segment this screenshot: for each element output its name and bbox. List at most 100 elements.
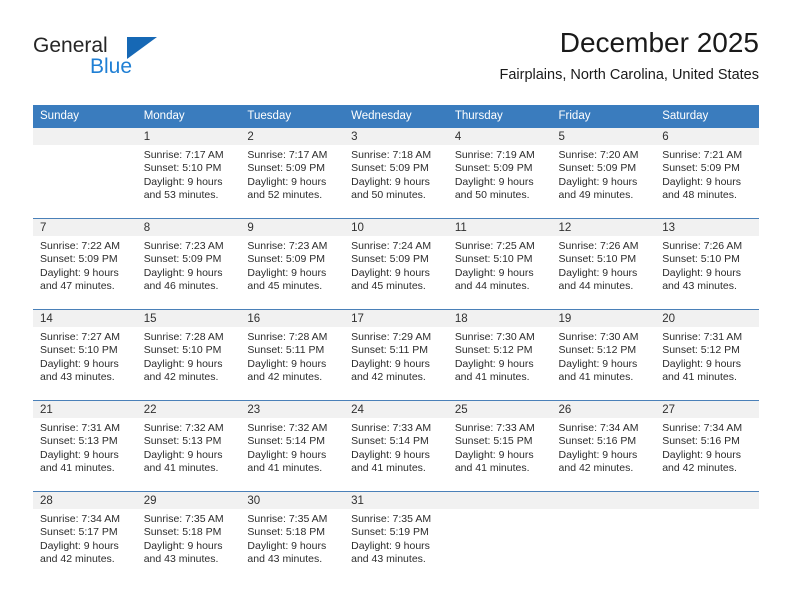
sunrise-time: Sunrise: 7:35 AM [351, 513, 432, 525]
sunset-time: Sunset: 5:10 PM [143, 162, 222, 175]
sunrise-time: Sunrise: 7:34 AM [662, 422, 743, 434]
calendar-grid: Sunday Monday Tuesday Wednesday Thursday… [33, 105, 759, 582]
calendar-day-cell[interactable]: 18 Sunrise: 7:30 AM Sunset: 5:12 PM Dayligh… [447, 309, 552, 401]
daylight-line-1: Daylight: 9 hours [558, 266, 638, 279]
calendar-day-cell[interactable]: 8 Sunrise: 7:23 AM Sunset: 5:09 PM Daylight… [136, 218, 241, 310]
daylight-line-2: and 41 minutes. [351, 462, 426, 475]
day-cell-details: Sunrise: 7:33 AM Sunset: 5:15 PM Daylight:… [448, 418, 552, 476]
calendar-day-cell[interactable]: 21 Sunrise: 7:31 AM Sunset: 5:13 PM Dayligh… [33, 400, 137, 492]
calendar-day-cell[interactable]: 6 Sunrise: 7:21 AM Sunset: 5:09 PM Daylight… [655, 128, 759, 219]
day-number: 10 [344, 219, 448, 236]
calendar-day-cell[interactable]: 12 Sunrise: 7:26 AM Sunset: 5:10 PM Dayligh… [551, 218, 656, 310]
day-cell-inner: 17 Sunrise: 7:29 AM Sunset: 5:11 PM Dayligh… [344, 310, 448, 400]
calendar-day-cell[interactable]: 14 Sunrise: 7:27 AM Sunset: 5:10 PM Dayligh… [33, 309, 137, 401]
daylight-line-2: and 41 minutes. [247, 462, 323, 475]
day-number: 4 [447, 128, 552, 145]
calendar-week-row: 7 Sunrise: 7:22 AM Sunset: 5:09 PM Daylight… [33, 218, 759, 310]
location-subtitle: Fairplains, North Carolina, United State… [499, 67, 759, 83]
calendar-day-cell[interactable]: 1 Sunrise: 7:17 AM Sunset: 5:10 PM Daylight… [136, 128, 241, 219]
sunset-time: Sunset: 5:12 PM [454, 344, 533, 357]
sunrise-time: Sunrise: 7:34 AM [40, 513, 120, 525]
calendar-day-cell[interactable]: 11 Sunrise: 7:25 AM Sunset: 5:10 PM Dayligh… [447, 218, 552, 310]
day-number [447, 492, 552, 509]
calendar-body: 1 Sunrise: 7:17 AM Sunset: 5:10 PM Daylight… [33, 128, 759, 582]
sunset-time: Sunset: 5:09 PM [143, 253, 222, 266]
calendar-day-cell[interactable]: 19 Sunrise: 7:30 AM Sunset: 5:12 PM Dayligh… [551, 309, 656, 401]
day-cell-inner: 7 Sunrise: 7:22 AM Sunset: 5:09 PM Daylight… [33, 219, 137, 309]
day-cell-details: Sunrise: 7:35 AM Sunset: 5:18 PM Daylight:… [240, 509, 344, 567]
sunset-time: Sunset: 5:10 PM [143, 344, 222, 357]
calendar-day-cell[interactable]: 7 Sunrise: 7:22 AM Sunset: 5:09 PM Daylight… [33, 218, 137, 310]
daylight-line-1: Daylight: 9 hours [247, 175, 327, 188]
calendar-day-cell[interactable]: 22 Sunrise: 7:32 AM Sunset: 5:13 PM Dayligh… [136, 400, 241, 492]
sunrise-time: Sunrise: 7:30 AM [558, 331, 639, 343]
day-number: 6 [655, 128, 759, 145]
daylight-line-1: Daylight: 9 hours [351, 175, 430, 188]
daylight-line-1: Daylight: 9 hours [351, 266, 430, 279]
calendar-day-cell[interactable]: 28 Sunrise: 7:34 AM Sunset: 5:17 PM Dayligh… [33, 491, 137, 582]
sunrise-time: Sunrise: 7:29 AM [351, 331, 432, 343]
calendar-day-cell[interactable]: 20 Sunrise: 7:31 AM Sunset: 5:12 PM Dayligh… [655, 309, 759, 401]
day-cell-inner: 20 Sunrise: 7:31 AM Sunset: 5:12 PM Dayligh… [655, 310, 759, 400]
calendar-day-cell[interactable]: 24 Sunrise: 7:33 AM Sunset: 5:14 PM Dayligh… [344, 400, 448, 492]
sunrise-time: Sunrise: 7:28 AM [247, 331, 328, 343]
day-cell-details [33, 145, 137, 149]
calendar-day-cell[interactable]: 31 Sunrise: 7:35 AM Sunset: 5:19 PM Dayligh… [344, 491, 448, 582]
weekday-header-tuesday: Tuesday [240, 105, 345, 128]
day-number: 7 [33, 219, 137, 236]
calendar-day-cell[interactable]: 17 Sunrise: 7:29 AM Sunset: 5:11 PM Dayligh… [344, 309, 448, 401]
calendar-day-cell[interactable]: 26 Sunrise: 7:34 AM Sunset: 5:16 PM Dayligh… [551, 400, 656, 492]
day-cell-inner: 4 Sunrise: 7:19 AM Sunset: 5:09 PM Daylight… [447, 128, 552, 218]
daylight-line-2: and 47 minutes. [40, 280, 115, 293]
calendar-day-cell[interactable]: 23 Sunrise: 7:32 AM Sunset: 5:14 PM Dayligh… [240, 400, 345, 492]
sunrise-time: Sunrise: 7:23 AM [143, 240, 224, 252]
calendar-day-cell[interactable]: 15 Sunrise: 7:28 AM Sunset: 5:10 PM Dayligh… [136, 309, 241, 401]
calendar-day-cell[interactable]: 9 Sunrise: 7:23 AM Sunset: 5:09 PM Daylight… [240, 218, 345, 310]
day-number: 17 [344, 310, 448, 327]
day-cell-details: Sunrise: 7:34 AM Sunset: 5:16 PM Daylight:… [655, 418, 759, 476]
day-number: 1 [136, 128, 241, 145]
sunset-time: Sunset: 5:09 PM [454, 162, 533, 175]
day-number: 22 [136, 401, 241, 418]
sunset-time: Sunset: 5:16 PM [558, 435, 637, 448]
daylight-line-1: Daylight: 9 hours [454, 266, 534, 279]
weekday-header-saturday: Saturday [655, 105, 759, 128]
calendar-day-cell[interactable]: 5 Sunrise: 7:20 AM Sunset: 5:09 PM Daylight… [551, 128, 656, 219]
sunset-time: Sunset: 5:11 PM [351, 344, 428, 357]
day-number: 27 [655, 401, 759, 418]
calendar-day-cell[interactable]: 30 Sunrise: 7:35 AM Sunset: 5:18 PM Dayligh… [240, 491, 345, 582]
day-cell-details: Sunrise: 7:19 AM Sunset: 5:09 PM Daylight:… [448, 145, 552, 203]
calendar-day-cell[interactable]: 27 Sunrise: 7:34 AM Sunset: 5:16 PM Dayligh… [655, 400, 759, 492]
day-cell-details: Sunrise: 7:32 AM Sunset: 5:13 PM Daylight:… [137, 418, 241, 476]
sunrise-time: Sunrise: 7:31 AM [40, 422, 120, 434]
day-cell-inner [447, 492, 552, 582]
day-number [33, 128, 137, 145]
daylight-line-1: Daylight: 9 hours [143, 539, 223, 552]
day-number: 20 [655, 310, 759, 327]
day-number: 19 [551, 310, 656, 327]
day-number: 16 [240, 310, 345, 327]
daylight-line-1: Daylight: 9 hours [40, 448, 119, 461]
sunrise-time: Sunrise: 7:26 AM [558, 240, 639, 252]
calendar-day-cell[interactable]: 4 Sunrise: 7:19 AM Sunset: 5:09 PM Daylight… [447, 128, 552, 219]
weekday-header-row: Sunday Monday Tuesday Wednesday Thursday… [33, 105, 759, 128]
calendar-day-cell[interactable]: 10 Sunrise: 7:24 AM Sunset: 5:09 PM Dayligh… [344, 218, 448, 310]
calendar-day-cell[interactable]: 2 Sunrise: 7:17 AM Sunset: 5:09 PM Daylight… [240, 128, 345, 219]
calendar-day-cell[interactable]: 25 Sunrise: 7:33 AM Sunset: 5:15 PM Dayligh… [447, 400, 552, 492]
sunrise-time: Sunrise: 7:19 AM [454, 149, 535, 161]
calendar-day-cell[interactable]: 29 Sunrise: 7:35 AM Sunset: 5:18 PM Dayligh… [136, 491, 241, 582]
day-cell-details: Sunrise: 7:29 AM Sunset: 5:11 PM Daylight:… [344, 327, 448, 385]
day-cell-inner: 14 Sunrise: 7:27 AM Sunset: 5:10 PM Dayligh… [33, 310, 137, 400]
calendar-day-cell[interactable]: 13 Sunrise: 7:26 AM Sunset: 5:10 PM Dayligh… [655, 218, 759, 310]
calendar-day-cell[interactable]: 3 Sunrise: 7:18 AM Sunset: 5:09 PM Daylight… [344, 128, 448, 219]
daylight-line-1: Daylight: 9 hours [454, 357, 534, 370]
sunrise-time: Sunrise: 7:34 AM [558, 422, 639, 434]
day-number: 5 [551, 128, 656, 145]
day-cell-details: Sunrise: 7:25 AM Sunset: 5:10 PM Daylight:… [448, 236, 552, 294]
sunset-time: Sunset: 5:10 PM [454, 253, 533, 266]
sunset-time: Sunset: 5:14 PM [247, 435, 326, 448]
sunset-time: Sunset: 5:13 PM [143, 435, 222, 448]
calendar-day-cell[interactable]: 16 Sunrise: 7:28 AM Sunset: 5:11 PM Dayligh… [240, 309, 345, 401]
sunset-time: Sunset: 5:10 PM [558, 253, 637, 266]
general-blue-logo: General Blue [33, 34, 173, 86]
